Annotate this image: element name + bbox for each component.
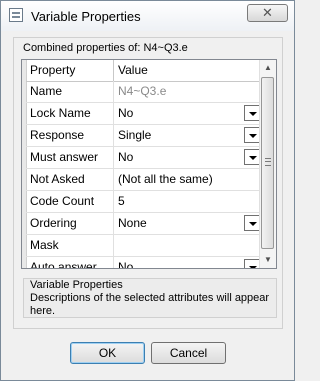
property-value-cell[interactable] — [114, 235, 262, 256]
property-name: Not Asked — [26, 169, 114, 190]
property-value-cell[interactable]: N4~Q3.e — [114, 81, 262, 102]
window-title: Variable Properties — [31, 9, 141, 24]
property-value: No — [118, 260, 134, 269]
close-icon: ✕ — [262, 5, 273, 20]
property-value-cell[interactable]: No — [114, 147, 262, 168]
property-value-cell[interactable]: Single — [114, 125, 262, 146]
property-value: (Not all the same) — [118, 172, 213, 186]
property-name: Name — [26, 81, 114, 102]
grid-row[interactable]: Auto answer No — [26, 257, 262, 269]
title-bar: Variable Properties ✕ — [1, 1, 294, 31]
dropdown-arrow-icon[interactable] — [244, 215, 260, 231]
close-button[interactable]: ✕ — [247, 4, 288, 22]
description-panel: Variable Properties Descriptions of the … — [23, 278, 277, 318]
property-name: Response — [26, 125, 114, 146]
dropdown-arrow-icon[interactable] — [244, 259, 260, 268]
property-value-cell[interactable]: No — [114, 103, 262, 124]
description-title: Variable Properties — [30, 279, 123, 291]
grid-row[interactable]: Ordering None — [26, 213, 262, 235]
property-value-cell[interactable]: No — [114, 257, 262, 269]
property-name: Ordering — [26, 213, 114, 234]
grid-row[interactable]: Response Single — [26, 125, 262, 147]
scroll-thumb[interactable] — [261, 77, 274, 249]
scroll-down-icon[interactable]: ▼ — [260, 252, 276, 268]
grid-row[interactable]: Must answer No — [26, 147, 262, 169]
combined-properties-label: Combined properties of: N4~Q3.e — [23, 42, 188, 54]
property-name: Mask — [26, 235, 114, 256]
property-grid[interactable]: Property Value Name N4~Q3.e Lock Name No Res… — [21, 59, 277, 269]
grid-row[interactable]: Mask — [26, 235, 262, 257]
dropdown-arrow-icon[interactable] — [244, 105, 260, 121]
property-value: No — [118, 150, 134, 164]
description-text: Descriptions of the selected attributes … — [30, 292, 270, 317]
property-name: Must answer — [26, 147, 114, 168]
dropdown-arrow-icon[interactable] — [244, 149, 260, 165]
vertical-scrollbar[interactable]: ▲ ▼ — [259, 60, 276, 268]
property-value: Single — [118, 128, 152, 142]
property-value: None — [118, 216, 147, 230]
property-value: 5 — [118, 194, 125, 208]
grid-row[interactable]: Lock Name No — [26, 103, 262, 125]
grid-row[interactable]: Not Asked (Not all the same) — [26, 169, 262, 191]
property-name: Auto answer — [26, 257, 114, 268]
dropdown-arrow-icon[interactable] — [244, 127, 260, 143]
grip-icon — [265, 158, 271, 166]
app-icon — [9, 8, 23, 22]
property-value-cell[interactable]: None — [114, 213, 262, 234]
property-value: No — [118, 106, 134, 120]
grid-row[interactable]: Name N4~Q3.e — [26, 81, 262, 103]
property-column-header[interactable]: Property — [26, 60, 114, 81]
grid-header: Property Value — [26, 60, 262, 82]
scroll-up-icon[interactable]: ▲ — [260, 60, 276, 76]
variable-properties-dialog: Variable Properties ✕ Combined propertie… — [0, 0, 295, 381]
cancel-button[interactable]: Cancel — [151, 342, 226, 364]
grid-row[interactable]: Code Count 5 — [26, 191, 262, 213]
ok-button[interactable]: OK — [70, 342, 145, 364]
property-name: Lock Name — [26, 103, 114, 124]
property-value-cell[interactable]: (Not all the same) — [114, 169, 262, 190]
property-name: Code Count — [26, 191, 114, 212]
property-value-cell[interactable]: 5 — [114, 191, 262, 212]
grid-rows: Name N4~Q3.e Lock Name No Response Single Must… — [26, 81, 262, 269]
property-value: N4~Q3.e — [118, 84, 167, 98]
value-column-header[interactable]: Value — [114, 60, 262, 81]
